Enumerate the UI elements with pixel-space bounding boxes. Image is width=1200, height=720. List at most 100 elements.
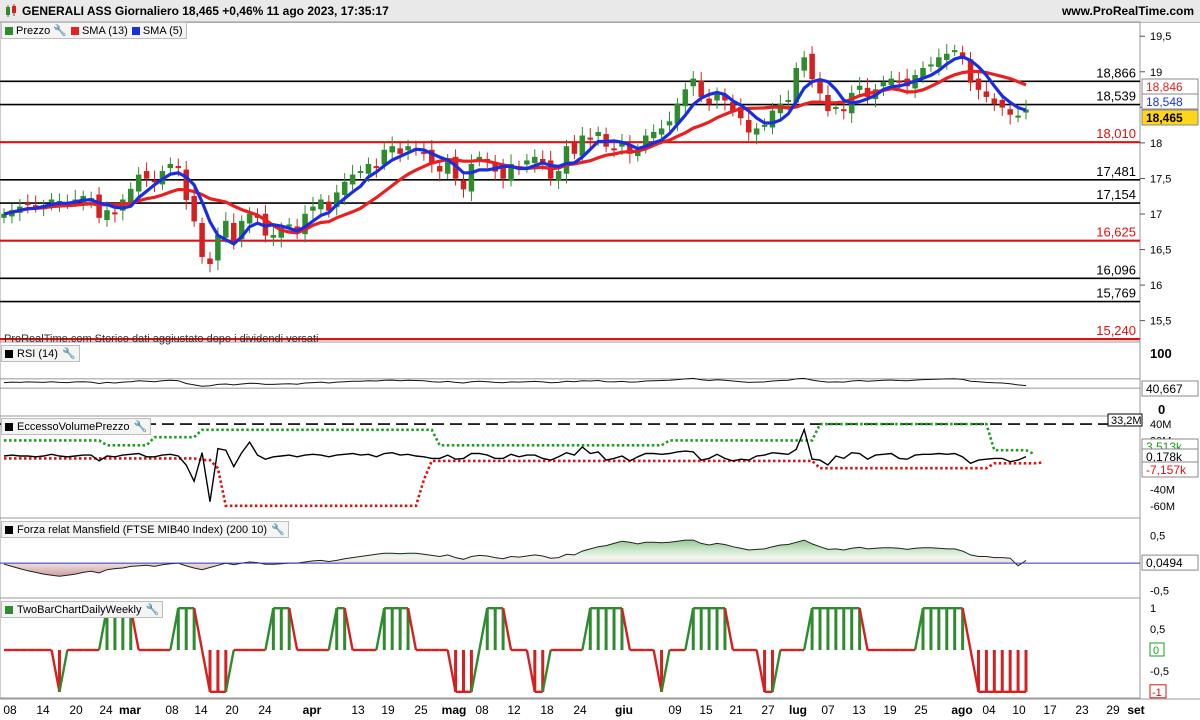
price-badge: 18,465 — [1146, 111, 1183, 125]
candle-body — [112, 212, 118, 215]
candle-body — [207, 258, 213, 265]
candle-body — [167, 163, 174, 169]
mansfield-legend[interactable]: Forza relat Mansfield (FTSE MIB40 Index)… — [1, 521, 289, 538]
candle-body — [349, 174, 356, 185]
wrench-icon[interactable]: 🔧 — [134, 420, 148, 433]
chart-canvas: 15,51616,51717,51818,51919,518,86618,539… — [0, 21, 1200, 717]
x-tick-label: 08 — [3, 703, 17, 717]
twobar-legend[interactable]: TwoBarChartDailyWeekly 🔧 — [1, 601, 164, 618]
candle-body — [666, 121, 673, 126]
x-tick-label: 10 — [1012, 703, 1026, 717]
price-level-label: 18,866 — [1096, 65, 1136, 80]
x-tick-label: mar — [119, 703, 141, 717]
candle-body — [841, 109, 847, 112]
x-tick-label: 23 — [1075, 703, 1089, 717]
candle-body — [658, 128, 665, 135]
candle-body — [532, 156, 538, 164]
y-tick-label: 18 — [1150, 138, 1162, 150]
x-tick-label: 27 — [761, 703, 775, 717]
candle-body — [936, 57, 942, 68]
candle-body — [389, 146, 395, 153]
candle-body — [397, 148, 403, 154]
rsi-tick-label: 0 — [1158, 402, 1165, 417]
candle-body — [199, 222, 205, 257]
candle-body — [341, 181, 348, 196]
twobar-tick-label: 1 — [1150, 603, 1156, 615]
candle-body — [128, 188, 134, 203]
x-tick-label: 13 — [852, 703, 866, 717]
candle-body — [769, 110, 776, 128]
x-tick-label: 24 — [99, 703, 113, 717]
legend-item-prezzo[interactable]: Prezzo 🔧 — [5, 24, 67, 37]
wrench-icon[interactable]: 🔧 — [53, 24, 67, 37]
volume-legend[interactable]: EccessoVolumePrezzo 🔧 — [1, 418, 152, 435]
wrench-icon[interactable]: 🔧 — [271, 523, 285, 536]
candle-body — [571, 142, 578, 154]
x-tick-label: 29 — [1106, 703, 1120, 717]
sma5-line — [3, 55, 1027, 246]
legend-label: SMA (13) — [81, 24, 128, 37]
candle-body — [318, 199, 324, 210]
twobar-tick-label: 0,5 — [1150, 624, 1165, 636]
price-level-label: 16,625 — [1096, 225, 1136, 240]
price-level-label: 18,010 — [1096, 126, 1136, 141]
x-tick-label: 17 — [1043, 703, 1057, 717]
volume-red-badge: -7,157k — [1146, 463, 1187, 477]
candle-body — [801, 57, 807, 71]
candle-body — [524, 160, 530, 165]
candle-body — [223, 220, 229, 238]
legend-label: RSI (14) — [17, 347, 58, 360]
candle-body — [706, 98, 712, 105]
candle-body — [817, 80, 823, 94]
x-tick-label: giu — [615, 703, 633, 717]
candle-body — [405, 146, 411, 151]
legend-item-sma13[interactable]: SMA (13) — [70, 24, 128, 37]
x-tick-label: 15 — [699, 703, 713, 717]
y-tick-label: 19,5 — [1150, 31, 1171, 43]
candle-body — [1007, 109, 1013, 115]
rsi-badge: 40,667 — [1146, 382, 1183, 396]
legend-label: EccessoVolumePrezzo — [17, 420, 130, 433]
legend-item-sma5[interactable]: SMA (5) — [131, 25, 183, 37]
volume-tick-label: -40M — [1150, 484, 1175, 496]
x-tick-label: 13 — [351, 703, 365, 717]
x-tick-label: 14 — [194, 703, 208, 717]
candle-body — [999, 99, 1005, 108]
x-tick-label: apr — [303, 703, 322, 717]
candle-body — [809, 53, 815, 80]
candle-body — [175, 166, 182, 169]
candle-body — [753, 128, 760, 135]
volume-tick-label: 40M — [1150, 419, 1171, 431]
candle-body — [191, 195, 197, 222]
wrench-icon[interactable]: 🔧 — [146, 603, 160, 616]
rsi-legend[interactable]: RSI (14) 🔧 — [1, 345, 80, 362]
candle-body — [928, 64, 934, 67]
twobar-zero-badge: 0 — [1153, 645, 1159, 657]
price-legend: Prezzo 🔧 SMA (13) SMA (5) — [1, 22, 187, 39]
x-tick-label: 19 — [883, 703, 897, 717]
candle-body — [1015, 115, 1021, 118]
candle-body — [555, 171, 562, 181]
mansfield-tick-label: -0,5 — [1150, 586, 1169, 598]
twobar-minus-badge: -1 — [1152, 687, 1162, 699]
legend-swatch — [131, 26, 140, 35]
legend-swatch — [5, 349, 13, 358]
candle-body — [373, 166, 380, 169]
watermark-text: ProRealTime.com Storico dati aggiustato … — [4, 333, 319, 345]
wrench-icon[interactable]: 🔧 — [62, 347, 76, 360]
x-tick-label: mag — [442, 703, 467, 717]
candle-body — [135, 174, 142, 192]
candle-body — [246, 213, 253, 224]
chart-window: GENERALI ASS Giornaliero 18,465 +0,46% 1… — [0, 0, 1200, 720]
y-tick-label: 16,5 — [1150, 245, 1171, 257]
candle-body — [365, 163, 372, 174]
y-tick-label: 17 — [1150, 209, 1162, 221]
legend-label: Forza relat Mansfield (FTSE MIB40 Index)… — [17, 523, 268, 536]
candle-body — [745, 119, 752, 133]
volume-excess-line — [3, 427, 1027, 502]
x-tick-label: 20 — [69, 703, 83, 717]
candle-body — [579, 135, 586, 156]
candle-body — [975, 78, 982, 90]
candle-body — [983, 91, 990, 97]
x-tick-label: 20 — [225, 703, 239, 717]
